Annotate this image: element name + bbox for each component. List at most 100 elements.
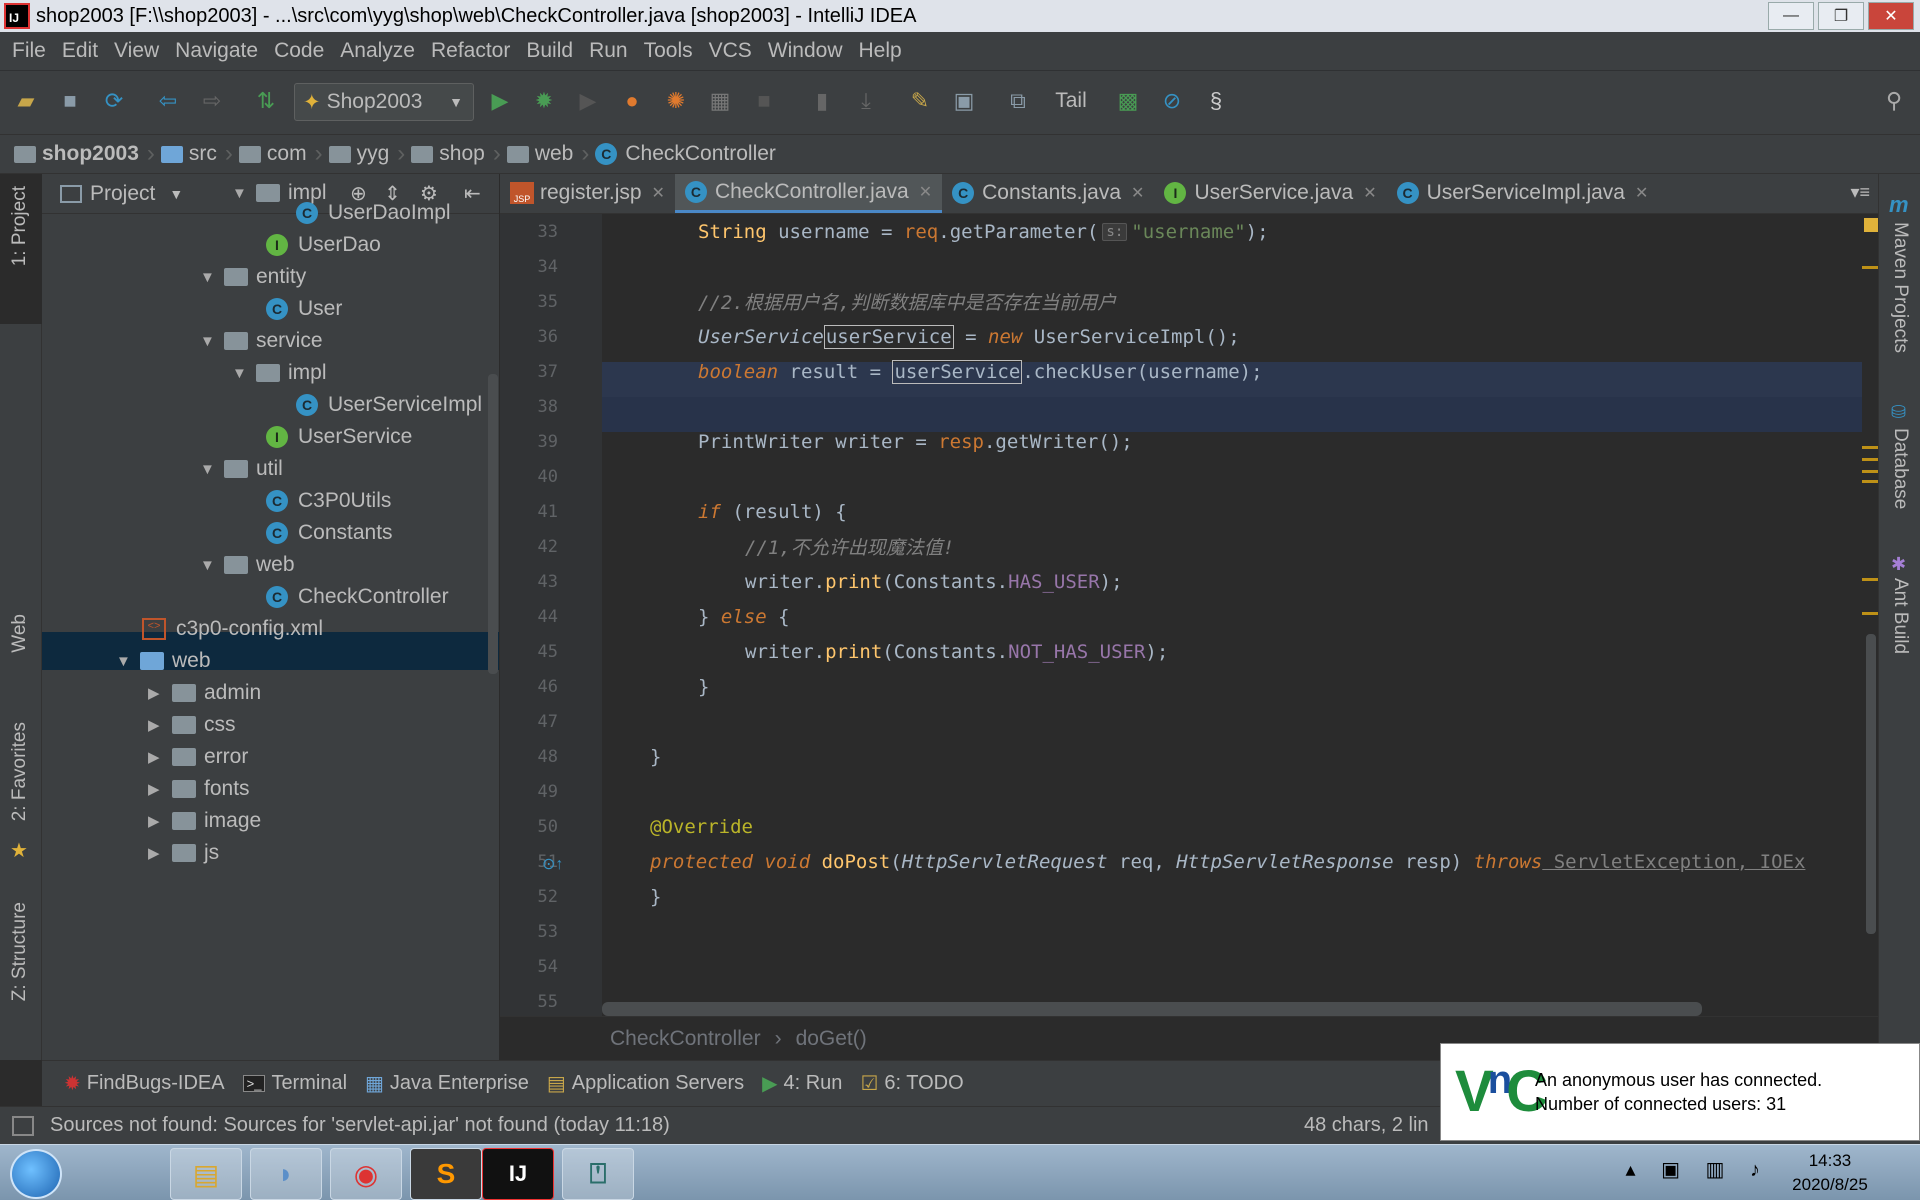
close-tab-icon[interactable]: ✕ xyxy=(919,182,932,202)
expand-arrow-icon[interactable]: ▶ xyxy=(148,812,172,830)
stripe-mark[interactable] xyxy=(1862,470,1878,473)
editor-vertical-scrollbar[interactable] xyxy=(1866,634,1876,934)
sublime-text-icon[interactable]: S xyxy=(410,1148,482,1200)
expand-arrow-icon[interactable]: ▼ xyxy=(200,333,224,350)
breadcrumb-item-web[interactable]: web › xyxy=(506,140,589,168)
clock[interactable]: 14:33 2020/8/25 xyxy=(1770,1149,1890,1197)
tab-list-icon[interactable]: ▾≡ xyxy=(1850,182,1870,203)
dolphin-app-icon[interactable]: ◗ xyxy=(250,1148,322,1200)
java-enterprise-tool-button[interactable]: ▦ Java Enterprise xyxy=(365,1071,529,1096)
menu-code[interactable]: Code xyxy=(274,39,324,63)
stripe-mark[interactable] xyxy=(1862,480,1878,483)
stripe-mark[interactable] xyxy=(1862,266,1878,269)
close-tab-icon[interactable]: ✕ xyxy=(652,183,665,203)
breadcrumb-item-com[interactable]: com › xyxy=(238,140,323,168)
menu-vcs[interactable]: VCS xyxy=(709,39,752,63)
tab-userservice[interactable]: I UserService.java ✕ xyxy=(1154,174,1386,213)
menu-run[interactable]: Run xyxy=(589,39,628,63)
todo-tool-button[interactable]: ☑ 6: TODO xyxy=(860,1071,963,1096)
tool-icon[interactable]: § xyxy=(1200,85,1232,117)
stripe-mark[interactable] xyxy=(1862,612,1878,615)
editor-breadcrumb-method[interactable]: doGet() xyxy=(796,1027,867,1051)
favorites-tool-button[interactable]: 2: Favorites xyxy=(9,722,31,821)
forward-icon[interactable]: ⇨ xyxy=(196,85,228,117)
breadcrumb-item-checkcontroller[interactable]: C CheckController xyxy=(595,142,776,166)
stripe-mark[interactable] xyxy=(1862,578,1878,581)
close-button[interactable]: ✕ xyxy=(1868,2,1914,30)
breadcrumb-item-shop[interactable]: shop › xyxy=(411,140,501,168)
build-icon[interactable]: ⇅ xyxy=(250,85,282,117)
tree-node-userservice[interactable]: I UserService xyxy=(266,418,412,456)
app-taskbar-icon[interactable]: ⍞ xyxy=(562,1148,634,1200)
expand-arrow-icon[interactable]: ▶ xyxy=(148,748,172,766)
close-tab-icon[interactable]: ✕ xyxy=(1635,183,1648,203)
override-marker-icon[interactable]: ⊙↑ xyxy=(542,854,563,874)
close-tab-icon[interactable]: ✕ xyxy=(1363,183,1376,203)
expand-arrow-icon[interactable]: ▼ xyxy=(232,185,256,202)
tail-button[interactable]: Tail xyxy=(1046,85,1096,117)
project-structure-icon[interactable]: ▣ xyxy=(948,85,980,117)
expand-arrow-icon[interactable]: ▼ xyxy=(200,461,224,478)
web-tool-button[interactable]: Web xyxy=(9,614,31,653)
breadcrumb-item-src[interactable]: src › xyxy=(160,140,233,168)
attach-icon[interactable]: ▦ xyxy=(704,85,736,117)
save-icon[interactable]: ■ xyxy=(54,85,86,117)
settings-wrench-icon[interactable]: ✎ xyxy=(904,85,936,117)
tree-node-js[interactable]: ▶ js xyxy=(148,834,219,872)
start-button[interactable] xyxy=(10,1149,62,1199)
sdk-icon[interactable]: ⧉ xyxy=(1002,85,1034,117)
expand-arrow-icon[interactable]: ▼ xyxy=(200,557,224,574)
expand-arrow-icon[interactable]: ▶ xyxy=(148,844,172,862)
run-coverage-icon[interactable]: ▶ xyxy=(572,85,604,117)
ant-build-tool-button[interactable]: Ant Build xyxy=(1889,578,1911,654)
hide-panel-icon[interactable]: ⇤ xyxy=(464,181,481,206)
maven-projects-tool-button[interactable]: Maven Projects xyxy=(1889,222,1911,353)
menu-build[interactable]: Build xyxy=(526,39,573,63)
expand-arrow-icon[interactable]: ▶ xyxy=(148,780,172,798)
minimize-button[interactable]: — xyxy=(1768,2,1814,30)
status-message[interactable]: Sources not found: Sources for 'servlet-… xyxy=(50,1114,670,1137)
menu-window[interactable]: Window xyxy=(768,39,843,63)
warning-indicator-icon[interactable] xyxy=(1864,218,1878,232)
sync-icon[interactable]: ⟳ xyxy=(98,85,130,117)
stripe-mark[interactable] xyxy=(1862,446,1878,449)
expand-arrow-icon[interactable]: ▼ xyxy=(232,365,256,382)
application-servers-tool-button[interactable]: ▤ Application Servers xyxy=(547,1071,744,1096)
editor-horizontal-scrollbar[interactable] xyxy=(602,1002,1702,1016)
chevron-down-icon[interactable]: ▼ xyxy=(169,186,183,202)
project-tool-button[interactable]: 1: Project xyxy=(9,186,31,266)
project-panel-title[interactable]: Project xyxy=(90,182,155,206)
tab-checkcontroller[interactable]: C CheckController.java ✕ xyxy=(674,174,943,213)
chrome-icon[interactable]: ◉ xyxy=(330,1148,402,1200)
run-icon[interactable]: ▶ xyxy=(484,85,516,117)
download-icon[interactable]: ⤓ xyxy=(850,85,882,117)
caret-position[interactable]: 48 chars, 2 lin xyxy=(1304,1114,1429,1137)
no-entry-icon[interactable]: ⊘ xyxy=(1156,85,1188,117)
file-explorer-icon[interactable]: ▤ xyxy=(170,1148,242,1200)
structure-tool-button[interactable]: Z: Structure xyxy=(9,902,31,1001)
search-icon[interactable]: ⚲ xyxy=(1878,85,1910,117)
profile-icon[interactable]: ● xyxy=(616,85,648,117)
menu-edit[interactable]: Edit xyxy=(62,39,98,63)
run-configuration-select[interactable]: ✦ Shop2003 ▼ xyxy=(294,83,474,121)
menu-analyze[interactable]: Analyze xyxy=(340,39,415,63)
profile-alt-icon[interactable]: ✺ xyxy=(660,85,692,117)
monitor-icon[interactable]: ▩ xyxy=(1112,85,1144,117)
terminal-tool-button[interactable]: >_ Terminal xyxy=(242,1072,347,1095)
expand-arrow-icon[interactable]: ▼ xyxy=(116,653,140,670)
expand-arrow-icon[interactable]: ▶ xyxy=(148,684,172,702)
bookmark-icon[interactable]: ▮ xyxy=(806,85,838,117)
database-tool-button[interactable]: Database xyxy=(1889,428,1911,509)
stop-icon[interactable]: ■ xyxy=(748,85,780,117)
code-editor[interactable]: String username = req .getParameter(s: "us… xyxy=(602,214,1878,1016)
back-icon[interactable]: ⇦ xyxy=(152,85,184,117)
tab-register-jsp[interactable]: JSP register.jsp ✕ xyxy=(500,174,675,213)
restore-button[interactable]: ❐ xyxy=(1818,2,1864,30)
open-folder-icon[interactable]: ▰ xyxy=(10,85,42,117)
tab-userserviceimpl[interactable]: C UserServiceImpl.java ✕ xyxy=(1387,174,1659,213)
system-tray[interactable]: ▴ ▣ ▥ ♪ xyxy=(1625,1157,1770,1182)
toggle-tool-windows-icon[interactable] xyxy=(12,1115,34,1136)
findbugs-tool-button[interactable]: ✹ FindBugs-IDEA xyxy=(64,1071,225,1096)
menu-help[interactable]: Help xyxy=(859,39,902,63)
editor-breadcrumb-class[interactable]: CheckController xyxy=(610,1027,761,1051)
